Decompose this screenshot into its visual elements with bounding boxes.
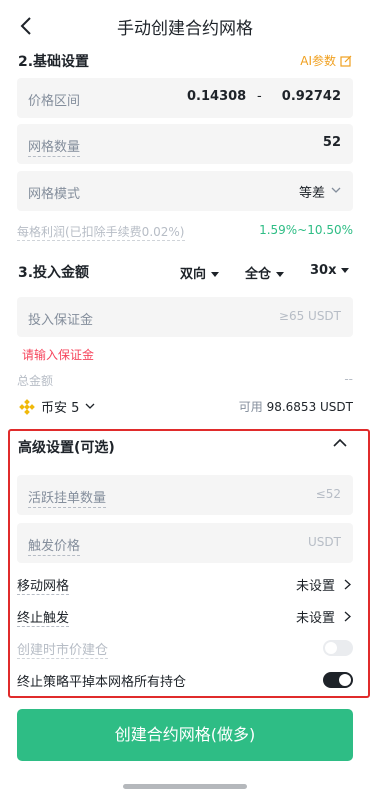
account-row: 币安 5 可用 98.6853 USDT [17,397,353,417]
price-range-separator: - [257,89,262,104]
price-range-label: 价格区间 [28,94,81,109]
stop-trigger-label: 终止触发 [17,607,70,627]
grid-count-field[interactable]: 网格数量 52 [17,124,353,164]
leverage-value: 30x [310,263,337,278]
profit-row: 每格利润(已扣除手续费0.02%) 1.59%~10.50% [17,223,353,243]
create-grid-button[interactable]: 创建合约网格(做多) [17,709,353,761]
close-all-label: 终止策略平掉本网格所有持仓 [17,675,187,690]
binance-icon [19,398,35,415]
profit-label: 每格利润(已扣除手续费0.02%) [17,225,185,241]
grid-mode-value: 等差 [298,186,325,201]
margin-placeholder: ≥65 USDT [278,309,341,323]
ai-params-label: AI参数 [300,54,336,68]
moving-grid-value: 未设置 [295,579,335,594]
direction-value: 双向 [180,267,207,282]
stop-trigger-row[interactable]: 终止触发 未设置 [17,607,353,627]
moving-grid-label: 移动网格 [17,575,70,595]
margin-label: 投入保证金 [28,313,94,328]
trigger-price-input[interactable]: 触发价格 USDT [17,523,353,563]
market-open-label: 创建时市价建仓 [17,639,109,659]
chevron-down-icon [85,403,95,409]
margin-mode-dropdown[interactable]: 全仓 [245,263,285,282]
close-all-toggle[interactable] [323,672,353,688]
margin-input[interactable]: 投入保证金 ≥65 USDT [17,297,353,337]
stop-trigger-value: 未设置 [295,611,335,626]
market-open-toggle[interactable] [323,640,353,656]
grid-count-value[interactable]: 52 [323,135,341,150]
margin-mode-value: 全仓 [245,267,272,282]
exchange-selector[interactable]: 币安 5 [19,397,95,416]
chevron-right-icon [344,579,351,590]
price-range-low[interactable]: 0.14308 [187,89,246,104]
total-label: 总金额 [17,374,54,388]
leverage-dropdown[interactable]: 30x [310,263,350,278]
close-all-row: 终止策略平掉本网格所有持仓 [17,671,353,691]
chevron-right-icon [344,611,351,622]
direction-dropdown[interactable]: 双向 [180,263,220,282]
page-title: 手动创建合约网格 [117,19,253,39]
home-indicator [123,784,247,789]
market-open-row: 创建时市价建仓 [17,639,353,659]
ai-params-link[interactable]: AI参数 [300,52,352,69]
invest-title: 3.投入金额 [18,265,90,281]
edit-icon [340,55,352,67]
caret-down-icon [211,272,220,277]
caret-down-icon [341,268,350,273]
chevron-up-icon[interactable] [333,438,347,447]
profit-value: 1.59%~10.50% [259,223,353,237]
price-range-field[interactable]: 价格区间 0.14308 - 0.92742 [17,78,353,118]
moving-grid-row[interactable]: 移动网格 未设置 [17,575,353,595]
price-range-high[interactable]: 0.92742 [282,89,341,104]
chevron-down-icon [331,187,341,193]
grid-mode-select[interactable]: 网格模式 等差 [17,171,353,211]
exchange-label: 币安 5 [41,401,80,416]
trigger-price-label: 触发价格 [28,535,81,556]
active-orders-input[interactable]: 活跃挂单数量 ≤52 [17,475,353,515]
available-balance: 可用 98.6853 USDT [239,398,353,415]
margin-error: 请输入保证金 [22,348,95,362]
header: 手动创建合约网格 [0,0,370,52]
available-label: 可用 [238,400,263,414]
grid-count-label: 网格数量 [28,136,81,157]
total-row: 总金额 -- [17,372,353,392]
active-orders-label: 活跃挂单数量 [28,487,107,508]
grid-mode-label: 网格模式 [28,187,81,202]
toggle-knob [325,642,337,654]
available-value: 98.6853 USDT [266,400,353,414]
trigger-price-placeholder: USDT [308,535,341,549]
basic-settings-title: 2.基础设置 [18,54,90,70]
total-value: -- [344,372,353,386]
caret-down-icon [276,272,285,277]
active-orders-placeholder: ≤52 [315,487,341,501]
toggle-knob [339,674,351,686]
advanced-title: 高级设置(可选) [18,440,115,456]
